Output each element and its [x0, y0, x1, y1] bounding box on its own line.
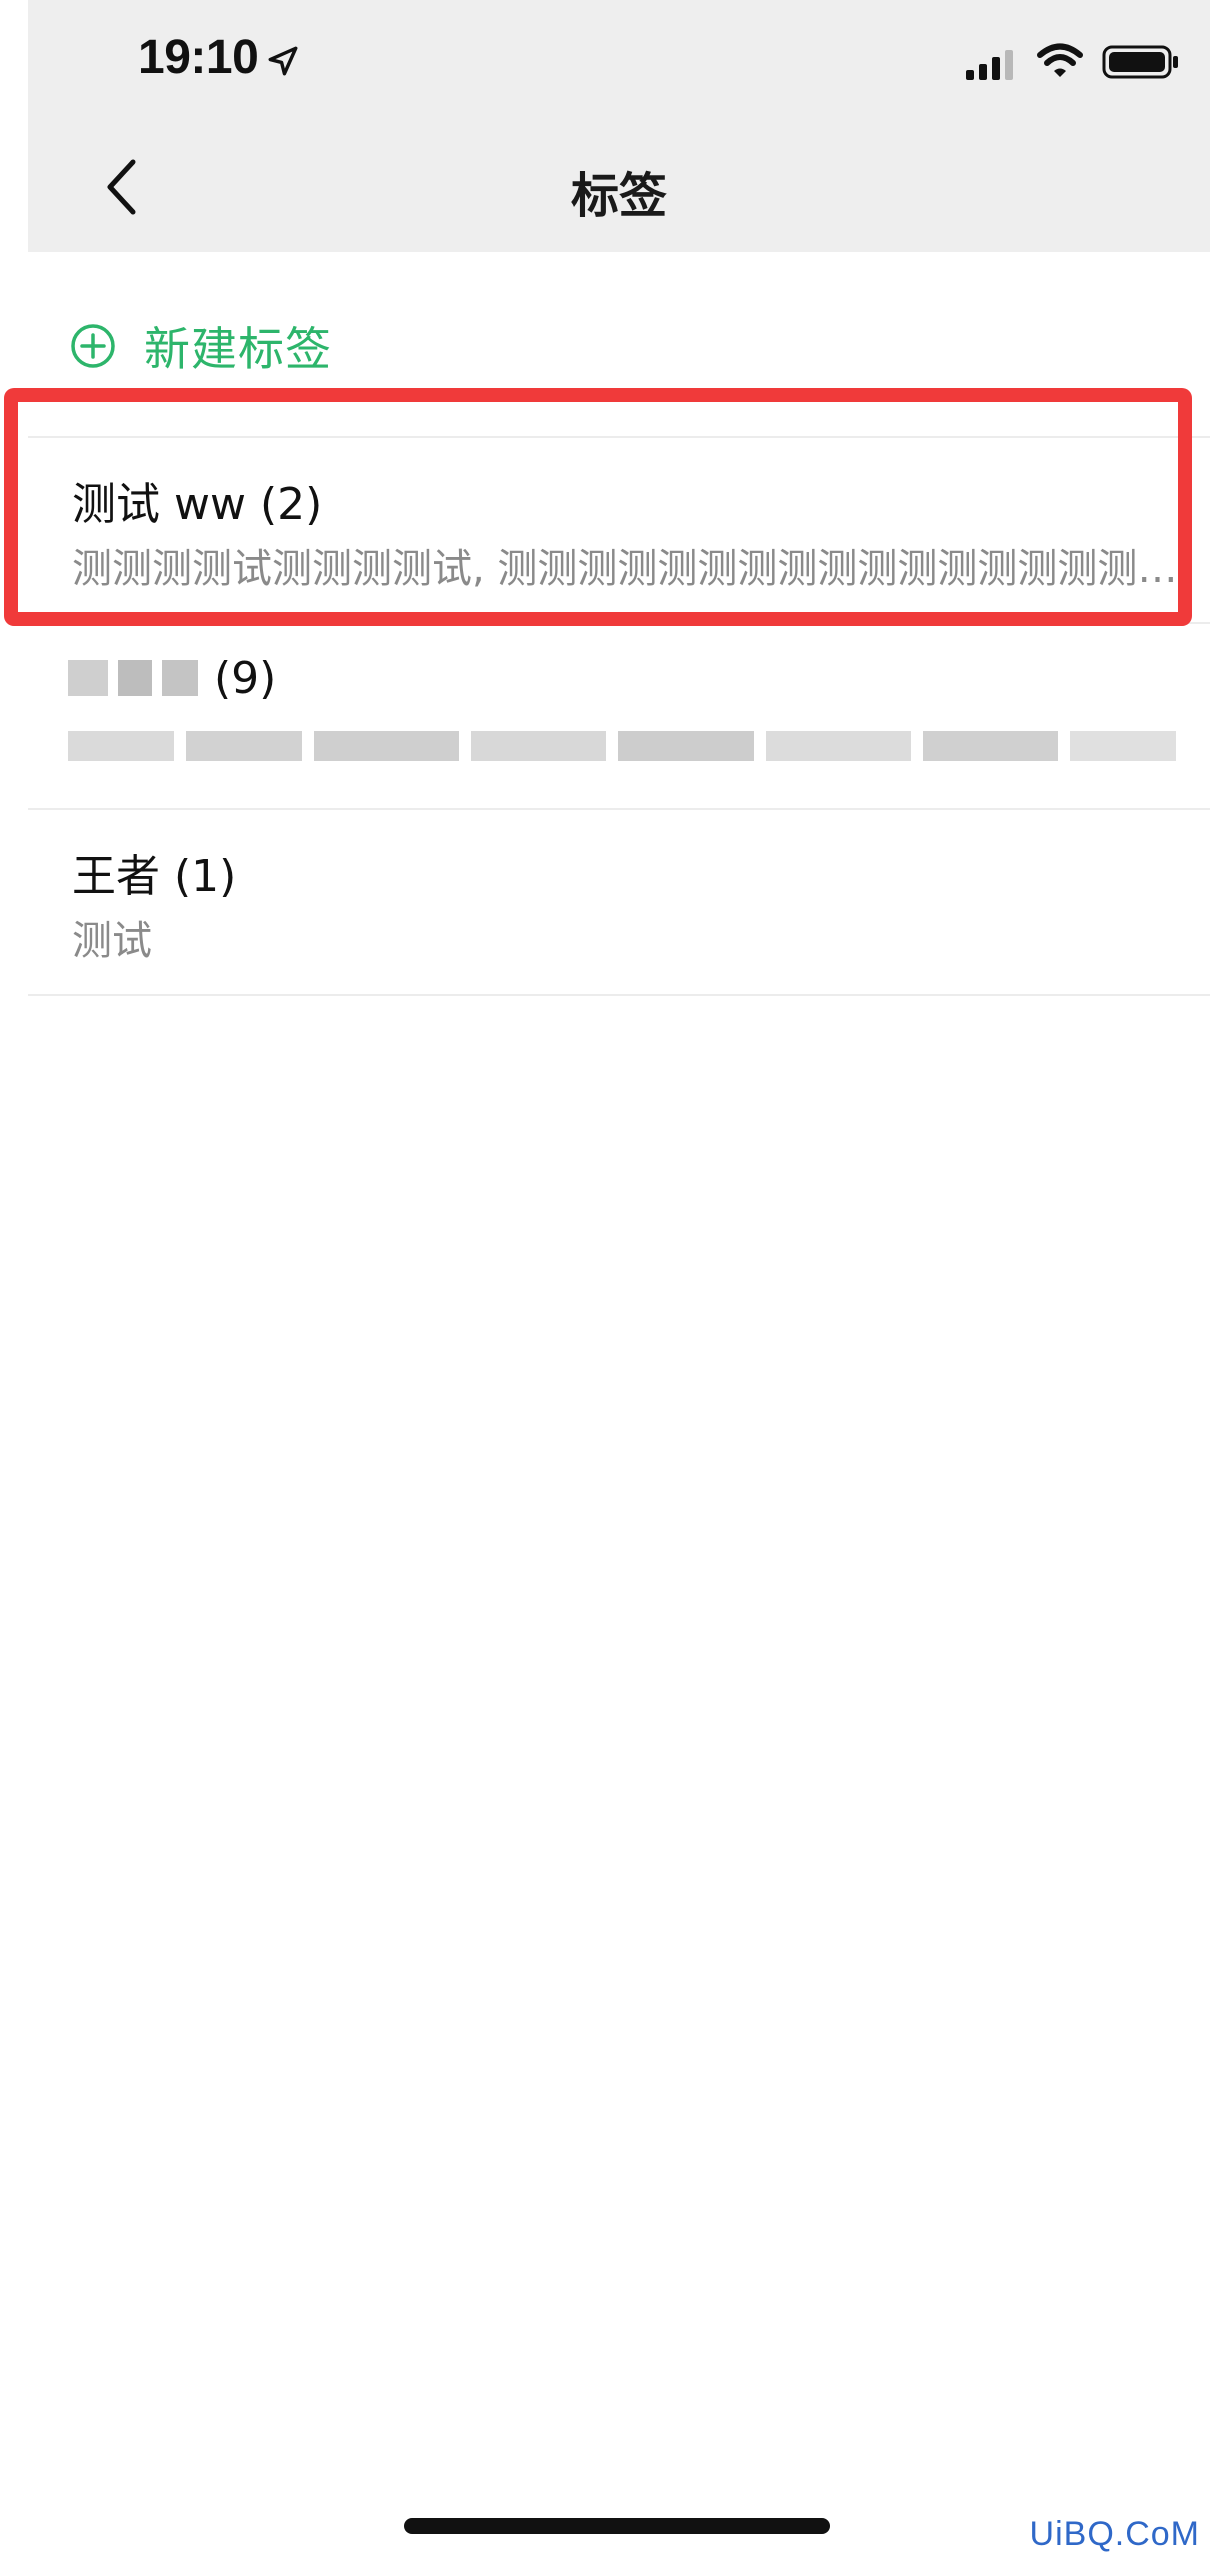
page-title: 标签	[570, 168, 667, 224]
pixel-block	[314, 731, 460, 761]
wifi-icon	[1037, 43, 1083, 77]
pixel-block	[1069, 731, 1177, 761]
tag-row-pixelated[interactable]: (9)	[28, 622, 1210, 808]
tag-members: 测试	[72, 918, 152, 964]
pixel-block	[618, 731, 754, 761]
tag-row-wangzhe[interactable]: 王者 (1) 测试	[28, 808, 1210, 996]
tag-name: 测试 ww (2)	[72, 479, 323, 530]
tag-name: 王者 (1)	[72, 851, 237, 902]
top-bar: 19:10 标签	[28, 0, 1210, 252]
status-time: 19:10	[138, 31, 259, 84]
watermark: UiBQ.CoM	[1029, 2515, 1200, 2553]
location-arrow-icon	[268, 46, 298, 76]
tag-list: 测试 ww (2) 测测测测试测测测测试, 测测测测测测测测测测测测测测测测测测…	[28, 436, 1210, 996]
tag-row-test-ww[interactable]: 测试 ww (2) 测测测测试测测测测试, 测测测测测测测测测测测测测测测测测测…	[28, 436, 1210, 622]
pixel-block	[68, 660, 108, 696]
pixel-block	[765, 731, 911, 761]
pixel-block	[922, 731, 1058, 761]
plus-circle-icon	[71, 324, 115, 368]
pixel-block	[68, 731, 175, 761]
pixelated-tag-name: (9)	[68, 652, 277, 704]
new-tag-button[interactable]: 新建标签	[70, 314, 332, 378]
pixel-block	[162, 660, 198, 696]
pixelated-members	[68, 730, 1188, 762]
tag-members: 测测测测试测测测测试, 测测测测测测测测测测测测测测测测测测测测测测测测测测测测	[72, 546, 1192, 592]
new-tag-label: 新建标签	[144, 322, 332, 376]
cellular-signal-icon	[966, 50, 1013, 80]
tag-count: (9)	[214, 652, 277, 704]
pixel-block	[186, 731, 303, 761]
pixel-block	[118, 660, 152, 696]
home-indicator[interactable]	[404, 2518, 830, 2534]
pixel-block	[471, 731, 607, 761]
battery-icon	[1102, 45, 1178, 79]
